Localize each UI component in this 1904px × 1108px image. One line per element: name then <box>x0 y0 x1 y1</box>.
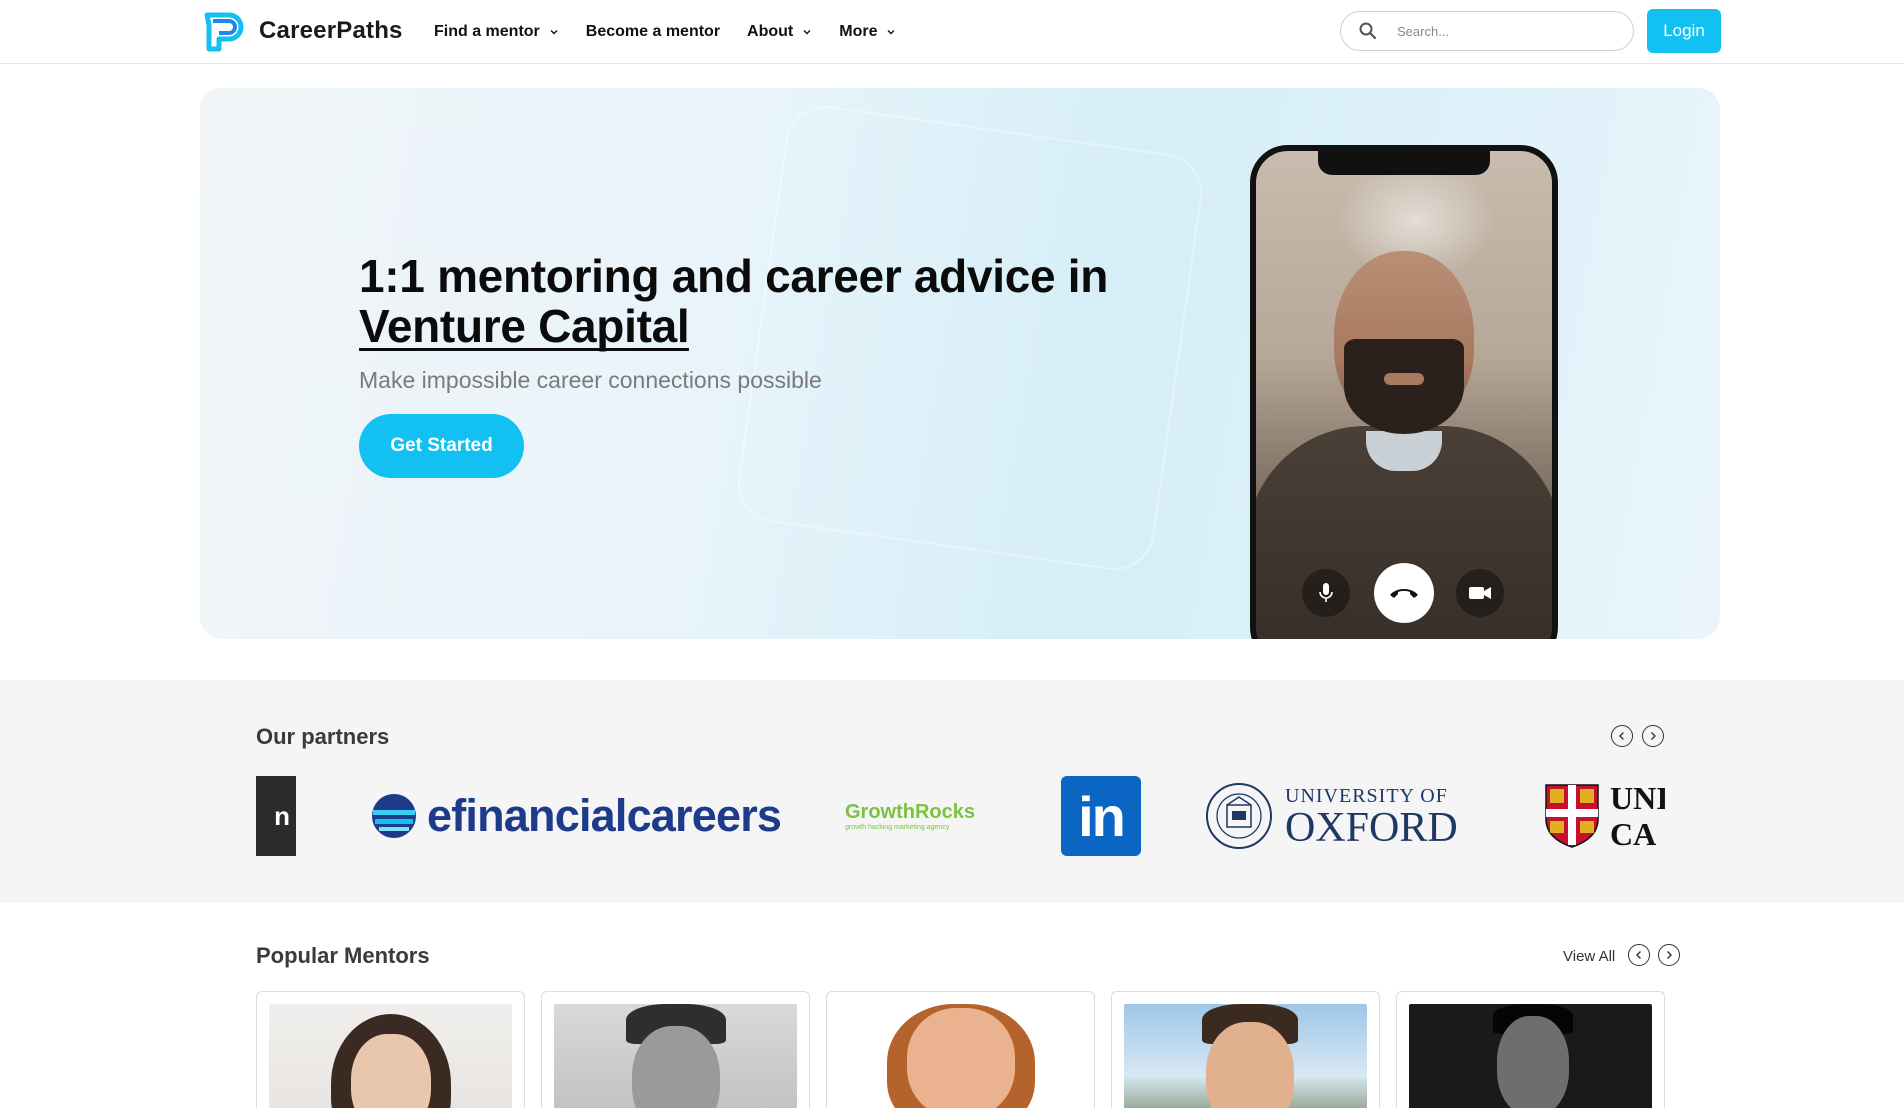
growthrocks-wordmark: GrowthRocks <box>845 801 976 823</box>
nav-more[interactable]: More <box>839 23 896 41</box>
person-beard <box>1344 339 1464 434</box>
mentor-photo <box>554 1004 797 1108</box>
mentor-photo <box>1409 1004 1652 1108</box>
get-started-button[interactable]: Get Started <box>359 414 524 478</box>
chevron-down-icon <box>803 30 811 35</box>
partner-logo-linkedin[interactable]: in <box>1061 774 1141 858</box>
mentor-photo <box>839 1004 1082 1108</box>
main-nav: Find a mentor Become a mentor About More <box>434 0 923 64</box>
nav-label: Find a mentor <box>434 23 540 40</box>
oxford-crest-icon <box>1206 783 1272 849</box>
nav-find-a-mentor[interactable]: Find a mentor <box>434 23 559 41</box>
nav-become-a-mentor[interactable]: Become a mentor <box>586 23 720 41</box>
search-input[interactable] <box>1397 23 1617 39</box>
chevron-right-icon <box>1651 732 1656 740</box>
video-call-phone-illustration <box>1250 145 1558 639</box>
top-navigation-bar: CareerPaths Find a mentor Become a mento… <box>0 0 1904 64</box>
partners-section: Our partners n efinancialcareers GrowthR… <box>0 680 1904 903</box>
partial-logo-mark: n <box>256 776 296 856</box>
partner-logo-efinancialcareers[interactable]: efinancialcareers <box>371 774 782 858</box>
person-mouth <box>1384 373 1424 385</box>
cambridge-wordmark-line2: CA <box>1610 816 1657 852</box>
microphone-icon <box>1319 583 1333 602</box>
end-call-button[interactable] <box>1374 563 1434 623</box>
cambridge-shield-icon <box>1545 784 1599 848</box>
partner-logo-cambridge[interactable]: UNI CA <box>1544 774 1665 858</box>
end-call-icon <box>1390 589 1418 598</box>
partners-prev-button[interactable] <box>1611 725 1633 747</box>
mentor-card[interactable] <box>826 991 1095 1108</box>
mentors-next-button[interactable] <box>1658 944 1680 966</box>
brand-name: CareerPaths <box>259 17 403 44</box>
mentor-card[interactable] <box>256 991 525 1108</box>
nav-label: About <box>747 23 794 40</box>
hero-banner: 1:1 mentoring and career advice in Ventu… <box>200 88 1720 639</box>
mentor-card[interactable] <box>541 991 810 1108</box>
cambridge-wordmark: UNI CA <box>1610 780 1665 852</box>
nav-label: More <box>839 23 878 40</box>
partner-logo-oxford[interactable]: UNIVERSITY OF OXFORD <box>1205 774 1458 858</box>
partner-logo-partial[interactable]: n <box>256 774 296 858</box>
video-camera-icon <box>1469 587 1491 599</box>
phone-notch <box>1318 151 1490 175</box>
oxford-wordmark-line2: OXFORD <box>1285 804 1458 851</box>
partners-title: Our partners <box>256 724 390 749</box>
efinancialcareers-logo-icon <box>372 794 416 838</box>
efinancialcareers-wordmark: efinancialcareers <box>427 790 782 841</box>
hero-title: 1:1 mentoring and career advice in Ventu… <box>359 251 1108 351</box>
chevron-right-icon <box>1667 951 1672 959</box>
partners-next-button[interactable] <box>1642 725 1664 747</box>
mentors-prev-button[interactable] <box>1628 944 1650 966</box>
hero-subtitle: Make impossible career connections possi… <box>359 367 822 393</box>
mentor-photo <box>1124 1004 1367 1108</box>
mentor-photo <box>269 1004 512 1108</box>
popular-mentors-title: Popular Mentors <box>256 943 430 968</box>
careerpaths-logo-icon <box>204 12 244 52</box>
growthrocks-tagline: growth hacking marketing agency <box>845 824 950 831</box>
login-button[interactable]: Login <box>1647 9 1721 53</box>
search-icon <box>1359 22 1377 40</box>
chevron-down-icon <box>887 30 895 35</box>
nav-label: Become a mentor <box>585 23 721 40</box>
chevron-left-icon <box>1619 732 1624 740</box>
hero-title-line: 1:1 mentoring and career advice in <box>359 250 1109 302</box>
partner-logo-growthrocks[interactable]: GrowthRocks growth hacking marketing age… <box>845 774 975 858</box>
nav-about[interactable]: About <box>747 23 812 41</box>
cambridge-wordmark-line1: UNI <box>1610 780 1665 816</box>
partner-logo-carousel: n efinancialcareers GrowthRocks growth h… <box>256 774 1665 858</box>
microphone-button[interactable] <box>1302 569 1350 617</box>
mentor-card[interactable] <box>1111 991 1380 1108</box>
view-all-link[interactable]: View All <box>1563 948 1615 965</box>
mentor-card[interactable] <box>1396 991 1665 1108</box>
search-box[interactable] <box>1340 11 1634 51</box>
chevron-left-icon <box>1636 951 1641 959</box>
careerpaths-logo[interactable]: CareerPaths <box>199 9 403 53</box>
chevron-down-icon <box>550 30 558 35</box>
oxford-wordmark: UNIVERSITY OF OXFORD <box>1285 785 1458 851</box>
linkedin-logo-icon: in <box>1061 776 1141 856</box>
hero-title-accent[interactable]: Venture Capital <box>359 303 690 351</box>
video-camera-button[interactable] <box>1456 569 1504 617</box>
